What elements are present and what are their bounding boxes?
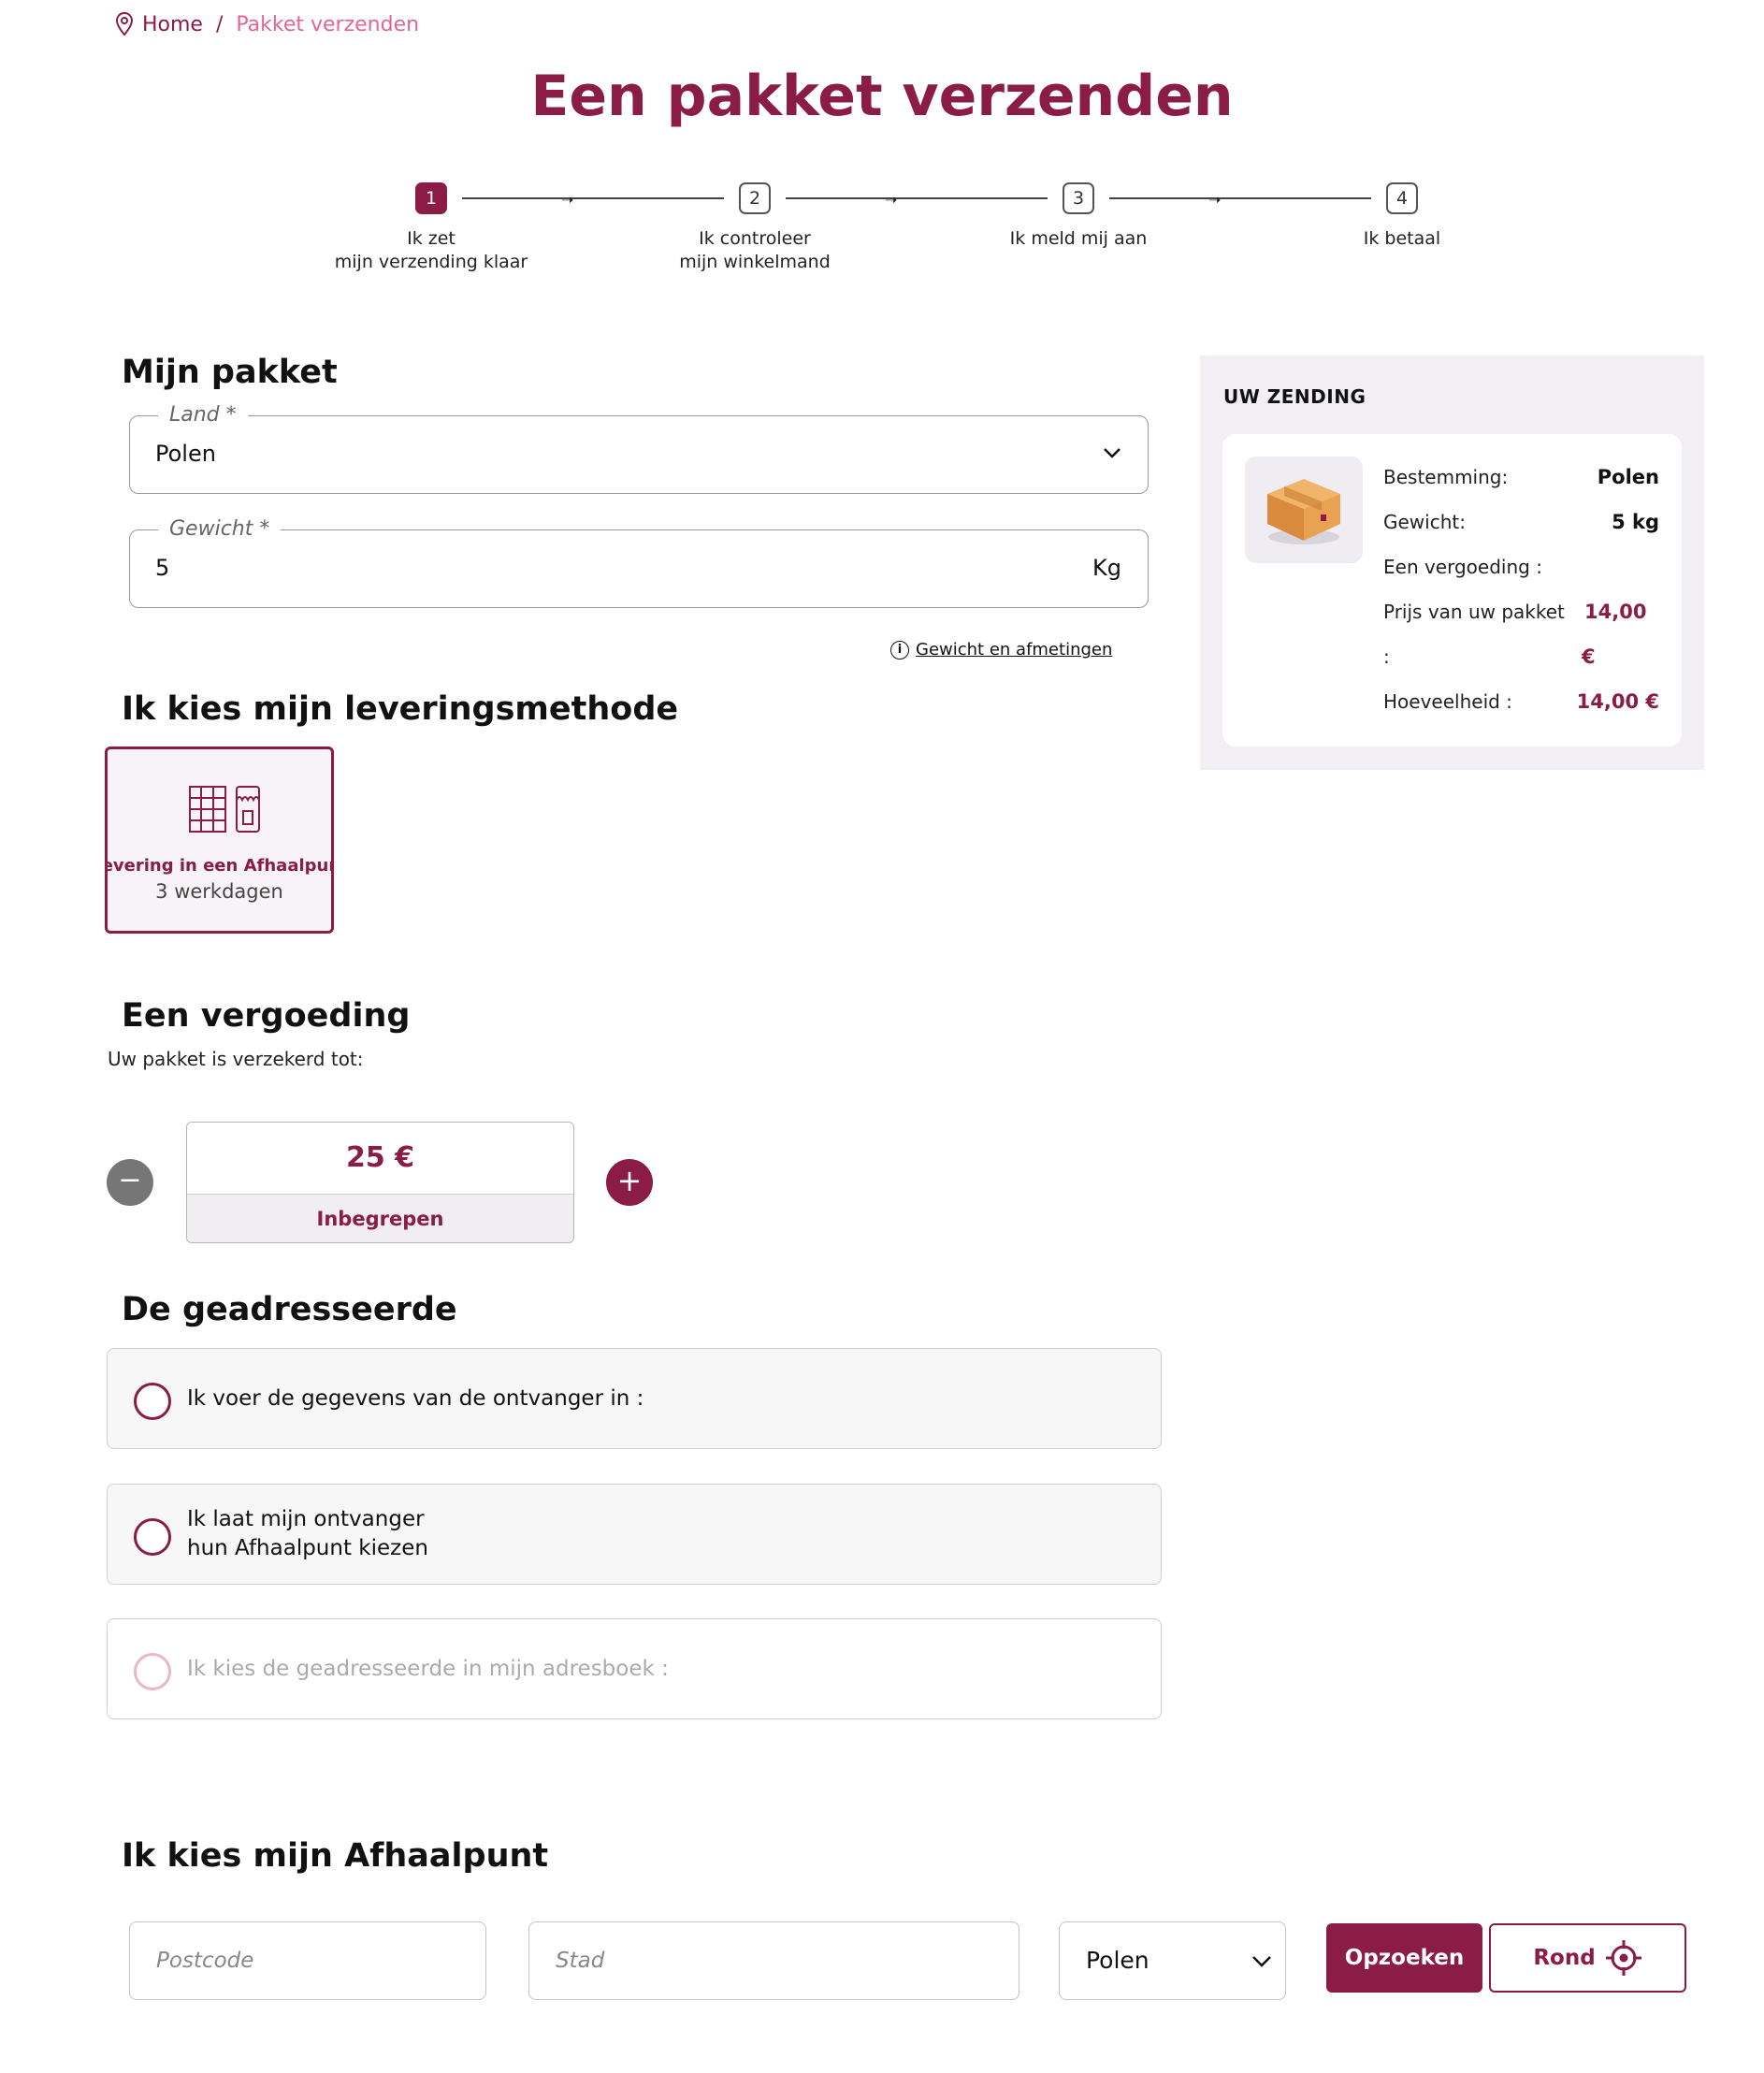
- recipient-option-enter-details[interactable]: Ik voer de gegevens van de ontvanger in …: [107, 1348, 1162, 1449]
- weight-value: 5: [155, 555, 170, 581]
- around-me-button[interactable]: Rond: [1489, 1923, 1686, 1993]
- insurance-heading: Een vergoeding: [122, 997, 411, 1035]
- search-button[interactable]: Opzoeken: [1326, 1923, 1482, 1993]
- step-2: 2 Ik controleer mijn winkelmand: [633, 182, 876, 274]
- radio-button: [134, 1653, 171, 1690]
- postcode-placeholder: Postcode: [156, 1949, 254, 1973]
- step-number: 4: [1386, 182, 1418, 214]
- delivery-heading: Ik kies mijn leveringsmethode: [122, 690, 679, 728]
- chevron-down-icon: [1252, 1956, 1271, 1967]
- step-label: Ik controleer mijn winkelmand: [679, 228, 831, 272]
- breadcrumb-home-link[interactable]: Home: [142, 13, 203, 36]
- chevron-down-icon: [1104, 448, 1121, 458]
- summary-title: UW ZENDING: [1223, 385, 1366, 408]
- package-box-icon: [1267, 479, 1340, 544]
- summary-weight-value: 5 kg: [1612, 511, 1659, 533]
- postcode-input[interactable]: Postcode: [129, 1921, 486, 2000]
- weight-label: Gewicht *: [158, 517, 282, 541]
- decrease-insurance-button[interactable]: −: [107, 1159, 153, 1206]
- step-number: 3: [1063, 182, 1094, 214]
- radio-button[interactable]: [134, 1518, 171, 1556]
- city-input[interactable]: Stad: [528, 1921, 1019, 2000]
- pickup-locker-icon: [189, 786, 260, 833]
- minus-icon: −: [118, 1164, 142, 1196]
- step-number: 1: [415, 182, 447, 214]
- pickup-country-select[interactable]: Polen: [1059, 1921, 1286, 2000]
- pickup-heading: Ik kies mijn Afhaalpunt: [122, 1837, 549, 1875]
- summary-destination-value: Polen: [1597, 466, 1659, 488]
- summary-price-amount: 14,00: [1584, 601, 1647, 623]
- recipient-option-address-book: Ik kies de geadresseerde in mijn adresbo…: [107, 1618, 1162, 1719]
- country-select[interactable]: Land * Polen: [129, 403, 1149, 494]
- summary-insurance-label: Een vergoeding :: [1383, 556, 1542, 578]
- summary-quantity-label: Hoeveelheid :: [1383, 690, 1512, 713]
- summary-card: Bestemming: Polen Gewicht: 5 kg Een verg…: [1222, 434, 1682, 747]
- step-label: Ik meld mij aan: [1009, 228, 1148, 249]
- summary-weight-label: Gewicht:: [1383, 511, 1466, 533]
- insurance-subtitle: Uw pakket is verzekerd tot:: [108, 1048, 364, 1070]
- plus-icon: +: [616, 1163, 643, 1198]
- summary-destination-label: Bestemming:: [1383, 466, 1509, 488]
- target-icon: [1605, 1940, 1641, 1976]
- weight-dimensions-link[interactable]: i Gewicht en afmetingen: [890, 640, 1112, 660]
- around-me-label: Rond: [1533, 1946, 1596, 1970]
- step-label: Ik zet mijn verzending klaar: [334, 228, 528, 272]
- country-label: Land *: [158, 403, 248, 427]
- insurance-amount: 25 €: [187, 1123, 573, 1194]
- breadcrumb-separator: /: [215, 12, 224, 36]
- weight-dimensions-label: Gewicht en afmetingen: [916, 640, 1113, 660]
- step-4: 4 Ik betaal: [1280, 182, 1524, 251]
- page-title: Een pakket verzenden: [530, 64, 1234, 129]
- step-arrow-icon: ➝: [885, 191, 898, 209]
- step-3: 3 Ik meld mij aan: [957, 182, 1200, 251]
- summary-price-colon: :: [1383, 645, 1390, 668]
- weight-field[interactable]: Gewicht * 5 Kg: [129, 517, 1149, 608]
- package-heading: Mijn pakket: [122, 354, 338, 391]
- step-arrow-icon: ➝: [1208, 191, 1222, 209]
- summary-price-currency: €: [1582, 645, 1596, 668]
- recipient-option-label: Ik kies de geadresseerde in mijn adresbo…: [187, 1657, 669, 1681]
- recipient-option-label: Ik laat mijn ontvanger hun Afhaalpunt kie…: [187, 1507, 428, 1560]
- delivery-option-pickup-point[interactable]: Levering in een Afhaalpunt 3 werkdagen: [105, 747, 334, 934]
- weight-unit: Kg: [1092, 555, 1121, 581]
- step-label: Ik betaal: [1363, 228, 1441, 249]
- city-placeholder: Stad: [556, 1949, 605, 1973]
- summary-quantity-value: 14,00 €: [1576, 690, 1659, 713]
- step-arrow-icon: ➝: [561, 191, 574, 209]
- insurance-included-label: Inbegrepen: [187, 1194, 573, 1242]
- location-pin-icon: [115, 11, 134, 36]
- radio-button[interactable]: [134, 1383, 171, 1420]
- breadcrumb-current: Pakket verzenden: [236, 12, 420, 36]
- recipient-heading: De geadresseerde: [122, 1291, 457, 1328]
- recipient-option-label: Ik voer de gegevens van de ontvanger in …: [187, 1386, 644, 1411]
- increase-insurance-button[interactable]: +: [606, 1159, 653, 1206]
- pickup-country-value: Polen: [1086, 1947, 1149, 1974]
- step-number: 2: [739, 182, 771, 214]
- recipient-option-let-recipient-choose[interactable]: Ik laat mijn ontvanger hun Afhaalpunt kie…: [107, 1484, 1162, 1585]
- package-thumbnail: [1245, 457, 1363, 563]
- step-1: 1 Ik zet mijn verzending klaar: [310, 182, 553, 274]
- progress-stepper: ➝ ➝ ➝ 1 Ik zet mijn verzending klaar 2 Ik…: [0, 182, 1764, 285]
- insurance-amount-box: 25 € Inbegrepen: [186, 1122, 574, 1243]
- delivery-option-duration: 3 werkdagen: [155, 880, 283, 903]
- country-value: Polen: [155, 441, 216, 467]
- shipment-summary-panel: UW ZENDING Bestemming: Polen Gewicht: 5 …: [1200, 355, 1704, 770]
- summary-price-label: Prijs van uw pakket: [1383, 601, 1565, 623]
- delivery-option-title: Levering in een Afhaalpunt: [108, 856, 331, 876]
- info-icon: i: [890, 640, 909, 660]
- breadcrumb: Home / Pakket verzenden: [114, 11, 419, 37]
